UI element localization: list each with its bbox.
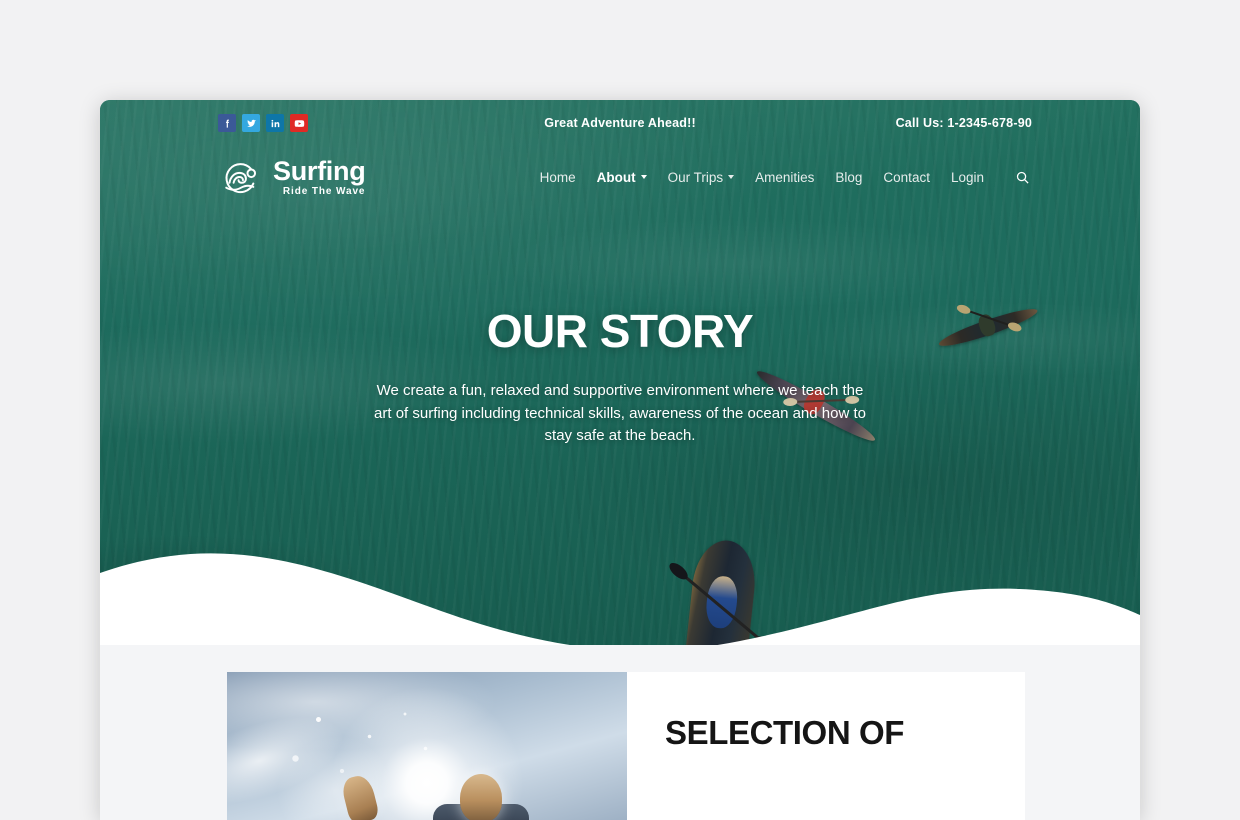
chevron-down-icon xyxy=(728,175,735,179)
top-utility-bar: Great Adventure Ahead!! Call Us: 1-2345-… xyxy=(100,100,1140,146)
brand-logo[interactable]: Surfing Ride The Wave xyxy=(218,155,366,197)
primary-menu: Home About Our Trips Amenities Blog Cont… xyxy=(540,170,1030,185)
feature-photo xyxy=(227,672,627,820)
nav-label: Our Trips xyxy=(667,169,724,185)
social-link-facebook[interactable] xyxy=(218,114,236,132)
page-title: OUR STORY xyxy=(486,305,754,357)
selection-section: SELECTION OF xyxy=(100,645,1140,820)
nav-label: About xyxy=(596,169,636,185)
social-links xyxy=(218,114,308,132)
browser-viewport: Great Adventure Ahead!! Call Us: 1-2345-… xyxy=(100,100,1140,820)
facebook-icon xyxy=(225,119,229,128)
nav-item-contact[interactable]: Contact xyxy=(883,170,930,185)
nav-label: Amenities xyxy=(755,169,815,185)
social-link-linkedin[interactable] xyxy=(266,114,284,132)
hero-section: Great Adventure Ahead!! Call Us: 1-2345-… xyxy=(100,100,1140,645)
feature-card: SELECTION OF xyxy=(227,672,1025,820)
hero-subtitle: We create a fun, relaxed and supportive … xyxy=(374,382,866,444)
search-button[interactable] xyxy=(1015,170,1030,185)
social-link-youtube[interactable] xyxy=(290,114,308,132)
linkedin-icon xyxy=(270,119,279,127)
chevron-down-icon xyxy=(640,175,647,179)
main-navbar: Surfing Ride The Wave Home About Our Tri… xyxy=(100,146,1140,208)
nav-label: Home xyxy=(539,169,576,185)
nav-item-login[interactable]: Login xyxy=(951,170,984,185)
nav-item-our-trips[interactable]: Our Trips xyxy=(668,170,735,185)
nav-item-about[interactable]: About xyxy=(597,170,647,185)
nav-item-blog[interactable]: Blog xyxy=(835,170,862,185)
call-us-text: Call Us: 1-2345-678-90 xyxy=(895,116,1032,130)
nav-label: Login xyxy=(950,169,984,185)
water-droplets xyxy=(227,672,627,820)
nav-label: Contact xyxy=(883,169,930,185)
section-title: SELECTION OF xyxy=(665,714,905,751)
twitter-icon xyxy=(246,119,256,127)
social-link-twitter[interactable] xyxy=(242,114,260,132)
wave-logo-icon xyxy=(225,163,257,194)
nav-item-home[interactable]: Home xyxy=(540,170,576,185)
surfer-head xyxy=(460,774,502,820)
youtube-icon xyxy=(294,119,304,127)
nav-label: Blog xyxy=(835,169,863,185)
brand-name: Surfing xyxy=(273,155,366,186)
brand-tagline: Ride The Wave xyxy=(282,185,366,197)
brand-text: Surfing Ride The Wave xyxy=(273,155,366,197)
nav-item-amenities[interactable]: Amenities xyxy=(755,170,814,185)
feature-text-panel: SELECTION OF xyxy=(627,672,1025,820)
hero-copy: OUR STORY We create a fun, relaxed and s… xyxy=(100,304,1140,448)
search-icon xyxy=(1016,171,1029,184)
